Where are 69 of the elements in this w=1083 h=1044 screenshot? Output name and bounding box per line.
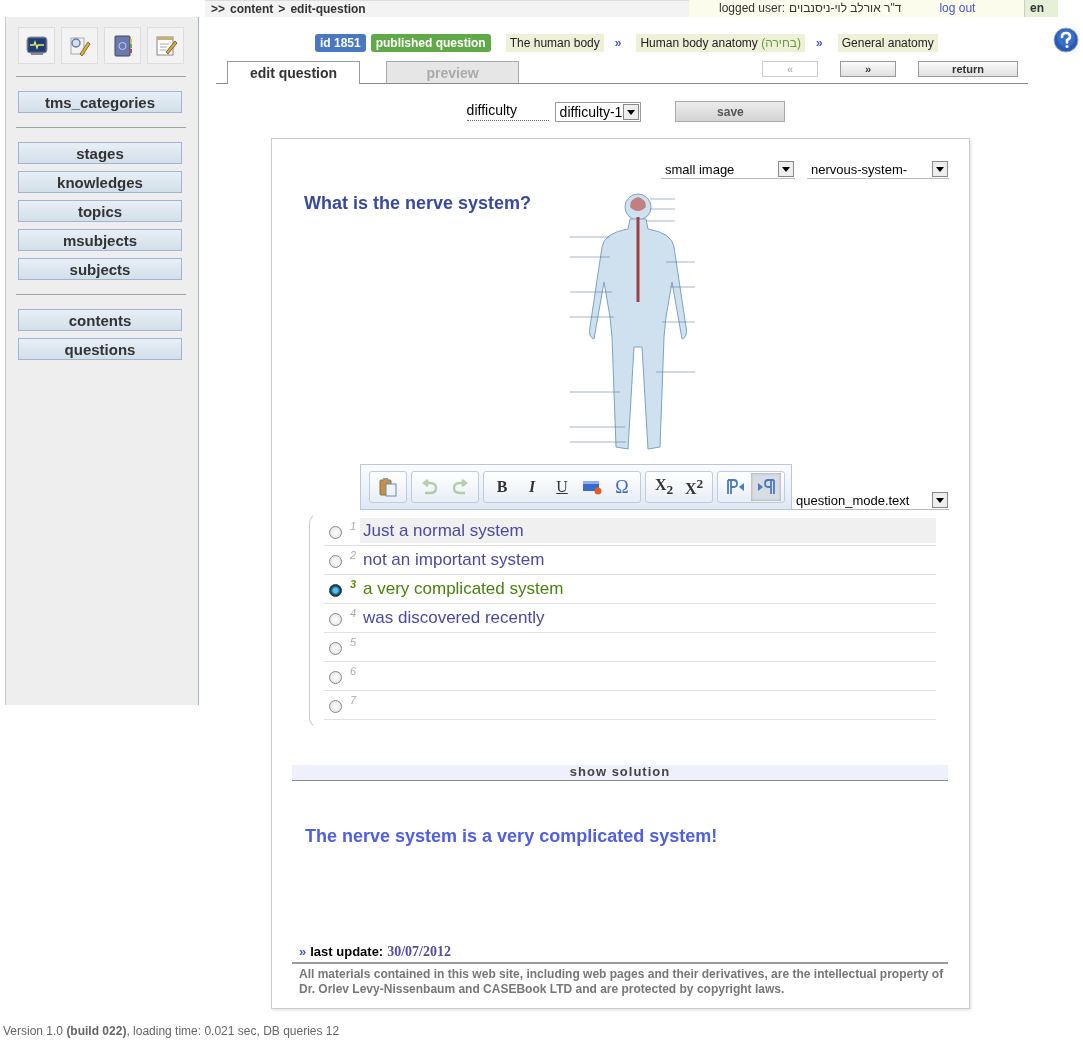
sidebar-button[interactable]: tms_categories bbox=[18, 91, 182, 113]
image-size-select[interactable]: small image bbox=[661, 160, 795, 179]
answer-radio[interactable] bbox=[329, 526, 342, 539]
path-separator: » bbox=[816, 35, 823, 50]
save-button[interactable]: save bbox=[675, 101, 786, 122]
path-separator: » bbox=[614, 35, 622, 50]
sidebar-button[interactable]: questions bbox=[18, 338, 182, 360]
help-icon[interactable] bbox=[1053, 27, 1079, 53]
show-solution-bar[interactable]: show solution bbox=[292, 765, 948, 781]
last-update-label: last update: bbox=[310, 944, 384, 959]
answer-radio[interactable] bbox=[329, 613, 342, 626]
answer-number: 7 bbox=[350, 694, 358, 706]
address-book-icon[interactable] bbox=[104, 27, 141, 64]
format-button[interactable]: I bbox=[517, 473, 547, 501]
id-badge: id 1851 bbox=[315, 33, 366, 52]
sidebar-button[interactable]: msubjects bbox=[18, 229, 182, 251]
answer-number: 6 bbox=[350, 665, 358, 677]
answer-number: 3 bbox=[350, 578, 358, 590]
answer-radio[interactable] bbox=[329, 584, 342, 597]
sidebar-button[interactable]: subjects bbox=[18, 258, 182, 280]
format-button[interactable]: B bbox=[487, 473, 517, 501]
breadcrumb-link[interactable]: edit-question bbox=[290, 1, 366, 17]
bullet-marker: » bbox=[299, 944, 307, 959]
breadcrumb-separator: > bbox=[278, 1, 286, 17]
solution-text: The nerve system is a very complicated system! bbox=[305, 826, 719, 847]
user-name: ד"ר אורלב לוי-ניסנבוים bbox=[789, 0, 902, 17]
format-button[interactable]: X$_{2}$ bbox=[649, 473, 679, 501]
rtl-icon[interactable] bbox=[751, 473, 781, 501]
question-text: What is the nerve system? bbox=[304, 193, 532, 214]
answer-number: 2 bbox=[350, 549, 358, 561]
nav-button[interactable]: return bbox=[918, 60, 1018, 77]
user-label: logged user: bbox=[719, 0, 786, 17]
answer-number: 1 bbox=[350, 520, 358, 532]
answer-radio[interactable] bbox=[329, 700, 342, 713]
answer-field[interactable]: was discovered recently bbox=[360, 605, 936, 630]
search-edit-icon[interactable] bbox=[61, 27, 98, 64]
answer-number: 5 bbox=[350, 636, 358, 648]
notepad-icon[interactable] bbox=[147, 27, 184, 64]
copyright-text: All materials contained in this web site, including web pages and their derivatives, are the intellectual property of Dr. Orlev Levy-Nissenbaum and CASEBook LTD and are protected by copyright laws. bbox=[292, 962, 948, 997]
monitor-icon[interactable] bbox=[18, 27, 55, 64]
answer-radio[interactable] bbox=[329, 671, 342, 684]
breadcrumb-link[interactable]: content bbox=[230, 1, 274, 17]
answer-number: 4 bbox=[350, 607, 358, 619]
breadcrumb-lead: >> bbox=[211, 1, 225, 17]
language-link[interactable]: en bbox=[1024, 0, 1058, 17]
answer-radio[interactable] bbox=[329, 642, 342, 655]
difficulty-select[interactable]: difficulty-1 bbox=[554, 101, 642, 122]
answer-field[interactable]: not an important system bbox=[360, 547, 936, 572]
logout-link[interactable]: log out bbox=[939, 0, 976, 17]
format-button[interactable]: Ω bbox=[607, 473, 637, 501]
path-item[interactable]: General anatomy bbox=[837, 33, 938, 52]
answer-radio[interactable] bbox=[329, 555, 342, 568]
sidebar-button[interactable]: contents bbox=[18, 309, 182, 331]
difficulty-label: difficulty bbox=[466, 102, 549, 121]
sidebar-button[interactable]: stages bbox=[18, 142, 182, 164]
sidebar-button[interactable]: topics bbox=[18, 200, 182, 222]
sidebar-button[interactable]: knowledges bbox=[18, 171, 182, 193]
answer-field[interactable]: Just a normal system bbox=[360, 518, 936, 543]
format-button[interactable]: U bbox=[547, 473, 577, 501]
format-button[interactable]: X$^{2}$ bbox=[679, 473, 709, 501]
image-file-select[interactable]: nervous-system- bbox=[807, 160, 949, 179]
question-mode-select[interactable]: question_mode.text bbox=[792, 491, 949, 510]
tab[interactable]: edit question bbox=[227, 61, 360, 84]
status-badge: published question bbox=[370, 33, 491, 52]
last-update-date: 30/07/2012 bbox=[387, 944, 451, 960]
version-info: Version 1.0 (build 022), loading time: 0.021 sec, DB queries 12 bbox=[3, 1024, 340, 1038]
answer-field[interactable]: a very complicated system bbox=[360, 576, 936, 601]
nav-button[interactable]: » bbox=[840, 60, 896, 77]
path-item[interactable]: The human body bbox=[505, 33, 604, 52]
